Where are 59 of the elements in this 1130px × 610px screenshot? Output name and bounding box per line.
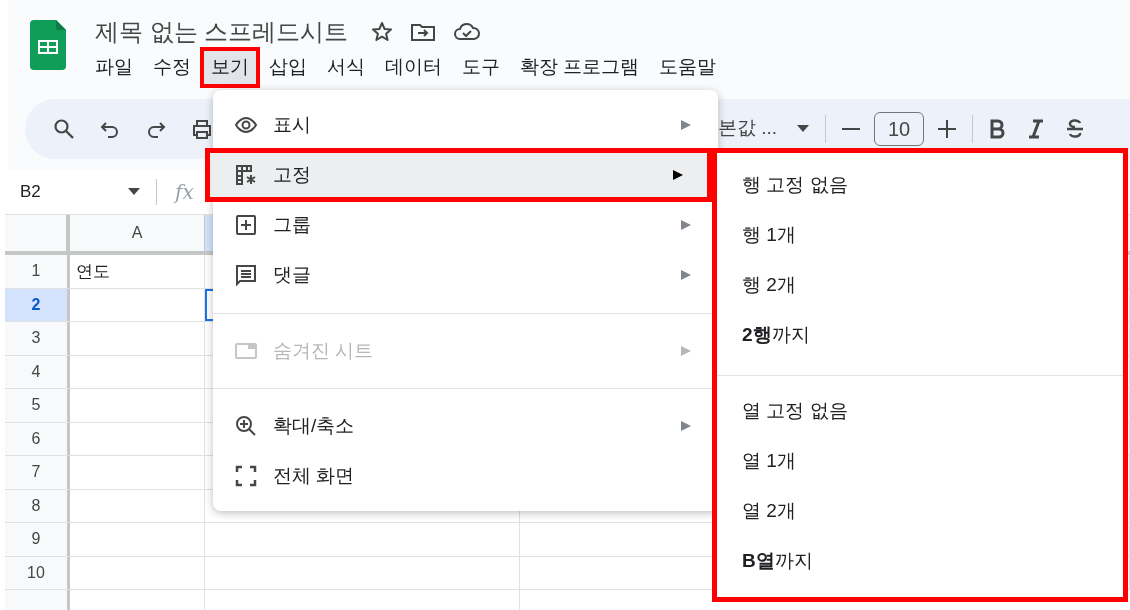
submenu-arrow-icon xyxy=(672,169,684,181)
menu-item[interactable]: 전체 화면 xyxy=(213,451,718,501)
function-icon: fx xyxy=(175,177,194,207)
menu-item[interactable]: 열 1개 xyxy=(717,436,1123,486)
sheets-logo-icon[interactable] xyxy=(30,20,66,70)
fullscreen-icon xyxy=(233,464,259,488)
menu-bar-item[interactable]: 보기 xyxy=(203,50,257,85)
row-header[interactable]: 4 xyxy=(5,355,70,388)
print-icon[interactable] xyxy=(191,117,213,140)
menu-item[interactable]: 그룹 xyxy=(213,200,718,250)
row-header[interactable]: 9 xyxy=(5,523,70,556)
caret-icon[interactable] xyxy=(128,188,140,196)
submenu-arrow-icon xyxy=(680,269,692,281)
submenu-arrow-icon xyxy=(680,119,692,131)
menu-item[interactable]: 열 고정 없음 xyxy=(717,386,1123,436)
menu-item[interactable]: 행 2개 xyxy=(717,260,1123,310)
menu-item[interactable]: B열까지 xyxy=(717,536,1123,586)
menu-item[interactable]: 열 2개 xyxy=(717,486,1123,536)
menu-bar-item[interactable]: 파일 xyxy=(87,50,141,85)
menu-item[interactable]: 표시 xyxy=(213,100,718,150)
name-box[interactable]: B2 xyxy=(8,179,128,205)
column-header[interactable]: A xyxy=(70,215,205,251)
menu-bar-item[interactable]: 서식 xyxy=(319,50,373,85)
row-header[interactable]: 1 xyxy=(5,255,70,288)
plus-box-icon xyxy=(233,213,259,237)
submenu-arrow-icon xyxy=(680,219,692,231)
menu-item[interactable]: 행 고정 없음 xyxy=(717,160,1123,210)
menu-bar-item[interactable]: 수정 xyxy=(145,50,199,85)
bold-icon[interactable] xyxy=(989,118,1006,139)
row-header[interactable]: 3 xyxy=(5,322,70,355)
menu-item[interactable]: 행 1개 xyxy=(717,210,1123,260)
menu-bar-item[interactable]: 데이터 xyxy=(377,50,450,85)
search-icon[interactable] xyxy=(53,117,75,140)
menu-item[interactable]: 댓글 xyxy=(213,250,718,300)
row-header[interactable]: 8 xyxy=(5,489,70,522)
menu-item[interactable]: 확대/축소 xyxy=(213,401,718,451)
row-header[interactable]: 10 xyxy=(5,556,70,589)
caret-icon[interactable] xyxy=(797,124,810,133)
menu-item[interactable]: 고정 xyxy=(207,150,710,200)
comment-icon xyxy=(233,263,259,287)
submenu-arrow-icon xyxy=(680,345,692,357)
row-header[interactable]: 6 xyxy=(5,422,70,455)
table-cell: 연도 xyxy=(70,255,205,288)
menu-bar-item[interactable]: 확장 프로그램 xyxy=(512,50,648,85)
submenu-arrow-icon xyxy=(680,420,692,432)
strikethrough-icon[interactable] xyxy=(1067,118,1084,139)
menu-item[interactable]: 2행까지 xyxy=(717,310,1123,360)
row-header[interactable]: 5 xyxy=(5,389,70,422)
italic-icon[interactable] xyxy=(1027,118,1046,139)
row-header[interactable]: 7 xyxy=(5,456,70,489)
document-title[interactable]: 제목 없는 스프레드시트 xyxy=(95,14,349,50)
plus-icon[interactable] xyxy=(938,119,957,138)
star-icon[interactable] xyxy=(370,20,395,44)
font-size-field[interactable]: 10 xyxy=(874,111,925,146)
menu-bar-item[interactable]: 도움말 xyxy=(651,50,725,85)
row-header[interactable]: 2 xyxy=(5,288,70,321)
menu-bar-item[interactable]: 도구 xyxy=(454,50,508,85)
font-name-dropdown[interactable]: 본값 ... xyxy=(718,114,778,143)
menu-bar-item[interactable]: 삽입 xyxy=(261,50,315,85)
